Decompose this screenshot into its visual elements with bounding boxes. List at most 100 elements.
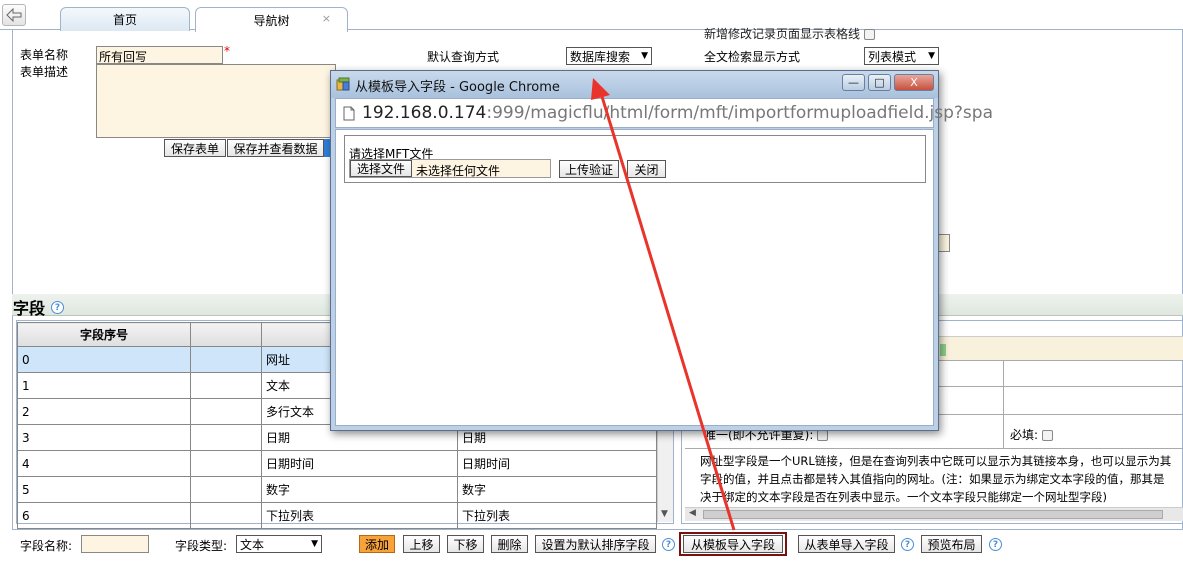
page-icon [343,106,355,121]
popup-content: 请选择MFT文件 选择文件 未选择任何文件 上传验证 关闭 [335,129,934,426]
field-type-value: 文本 [240,537,265,552]
detail-divider [685,448,1183,449]
help-icon[interactable]: ? [662,538,675,551]
default-query-value: 数据库搜索 [570,49,631,64]
form-desc-label: 表单描述 [20,65,69,79]
detail-divider [938,386,1183,387]
required-label: 必填: [1010,428,1039,442]
tab-home-label: 首页 [112,13,137,27]
popup-titlebar[interactable]: 从模板导入字段 - Google Chrome — □ X [331,71,938,98]
back-button[interactable] [2,4,26,26]
cell-name [190,450,262,477]
cell-name [190,372,262,399]
move-up-button[interactable]: 上移 [403,535,440,553]
cell-index: 5 [17,476,191,503]
cell-extra: 下拉列表 [457,502,657,529]
minimize-icon[interactable]: — [842,74,865,91]
field-type-description: 网址型字段是一个URL链接，但是在查询列表中它既可以显示为其链接本身，也可以显示… [700,452,1183,506]
choose-file-button[interactable]: 选择文件 [350,160,412,177]
description-line: 决于绑定的文本字段是否在列表中显示。一个文本字段只能绑定一个网址型字段) [700,490,1107,504]
field-name-input[interactable] [81,535,149,553]
scroll-thumb[interactable] [703,510,1163,519]
table-row[interactable]: 5 数字 数字 [17,476,657,503]
cell-index: 4 [17,450,191,477]
no-file-text: 未选择任何文件 [416,164,501,178]
cell-name [190,502,262,529]
gridline-option-label: 新增修改记录页面显示表格线 [704,25,876,42]
upload-verify-button[interactable]: 上传验证 [559,160,619,178]
fulltext-select[interactable]: 列表模式 ▼ [864,47,939,65]
gridline-checkbox[interactable] [864,29,876,40]
help-icon[interactable]: ? [51,301,64,314]
cell-index: 1 [17,372,191,399]
import-popup-window: 从模板导入字段 - Google Chrome — □ X 192.168.0.… [330,70,993,431]
cell-extra: 日期时间 [457,450,657,477]
tab-nav-tree[interactable]: 导航树 × [195,7,348,32]
scroll-left-icon[interactable]: ◀ [689,508,696,518]
url-host: 192.168.0.174 [362,103,487,123]
cell-type: 下拉列表 [261,502,458,529]
upload-group: 请选择MFT文件 选择文件 未选择任何文件 上传验证 关闭 [344,135,926,183]
detail-marker [940,344,946,356]
col-header-index[interactable]: 字段序号 [17,322,191,347]
detail-divider [938,360,1183,361]
tab-nav-tree-label: 导航树 [253,13,290,28]
cell-index: 2 [17,398,191,425]
dropdown-arrow-icon: ▼ [311,539,318,549]
help-icon[interactable]: ? [901,538,914,551]
url-path: :999/magicflu/html/form/mft/importformup… [486,103,993,123]
default-query-select[interactable]: 数据库搜索 ▼ [566,47,652,65]
file-input[interactable]: 选择文件 未选择任何文件 [349,159,551,178]
import-from-template-button[interactable]: 从模板导入字段 [683,535,783,553]
preview-layout-button[interactable]: 预览布局 [921,535,982,553]
table-row[interactable]: 6 下拉列表 下拉列表 [17,502,657,529]
col-header-2[interactable] [190,322,262,347]
detail-col-divider [1003,360,1004,448]
set-default-sort-button[interactable]: 设置为默认排序字段 [535,535,656,553]
back-arrow-icon [6,8,22,22]
cell-name [190,476,262,503]
add-field-button[interactable]: 添加 [359,535,395,553]
tab-close-icon[interactable]: × [322,12,331,25]
help-icon[interactable]: ? [989,538,1002,551]
fields-section-title: 字段 [13,299,46,318]
close-button[interactable]: 关闭 [627,160,666,178]
tab-home[interactable]: 首页 [60,7,190,31]
cell-index: 3 [17,424,191,451]
field-name-label: 字段名称: [20,539,73,553]
chrome-app-icon [336,77,350,91]
cell-name [190,398,262,425]
cell-index: 0 [17,346,191,373]
popup-title: 从模板导入字段 - Google Chrome [355,80,560,95]
delete-button[interactable]: 删除 [491,535,528,553]
cell-type: 日期时间 [261,450,458,477]
dropdown-arrow-icon: ▼ [641,51,648,61]
required-option: 必填: [1010,426,1054,443]
description-line: 网址型字段是一个URL链接，但是在查询列表中它既可以显示为其链接本身，也可以显示… [700,454,1172,468]
address-bar[interactable]: 192.168.0.174:999/magicflu/html/form/mft… [335,98,993,128]
window-close-icon[interactable]: X [894,74,934,91]
scroll-down-icon[interactable]: ▼ [661,509,668,519]
save-form-button[interactable]: 保存表单 [164,139,226,157]
save-and-view-button[interactable]: 保存并查看数据 [227,139,324,157]
field-type-select[interactable]: 文本 ▼ [236,535,322,553]
default-query-label: 默认查询方式 [427,50,500,64]
fulltext-label: 全文检索显示方式 [704,50,801,64]
required-checkbox[interactable] [1042,430,1054,441]
cell-extra: 数字 [457,476,657,503]
required-mark: * [224,44,230,58]
fulltext-value: 列表模式 [868,49,917,64]
form-desc-textarea[interactable] [96,64,336,138]
table-row[interactable]: 4 日期时间 日期时间 [17,450,657,477]
form-name-input[interactable]: 所有回写 [96,46,223,64]
import-from-form-button[interactable]: 从表单导入字段 [798,535,895,553]
description-line: 字段的值，并且点击都是转入其值指向的网址。(注：如果显示为绑定文本字段的值，那其… [700,472,1165,486]
unique-checkbox[interactable] [817,430,829,441]
dropdown-arrow-icon: ▼ [928,51,935,61]
detail-scrollbar[interactable]: ◀ [685,507,1183,521]
tab-bar: 首页 导航树 × [0,0,1183,32]
cell-name [190,346,262,373]
form-name-label: 表单名称 [20,48,69,62]
move-down-button[interactable]: 下移 [447,535,484,553]
maximize-icon[interactable]: □ [868,74,891,91]
